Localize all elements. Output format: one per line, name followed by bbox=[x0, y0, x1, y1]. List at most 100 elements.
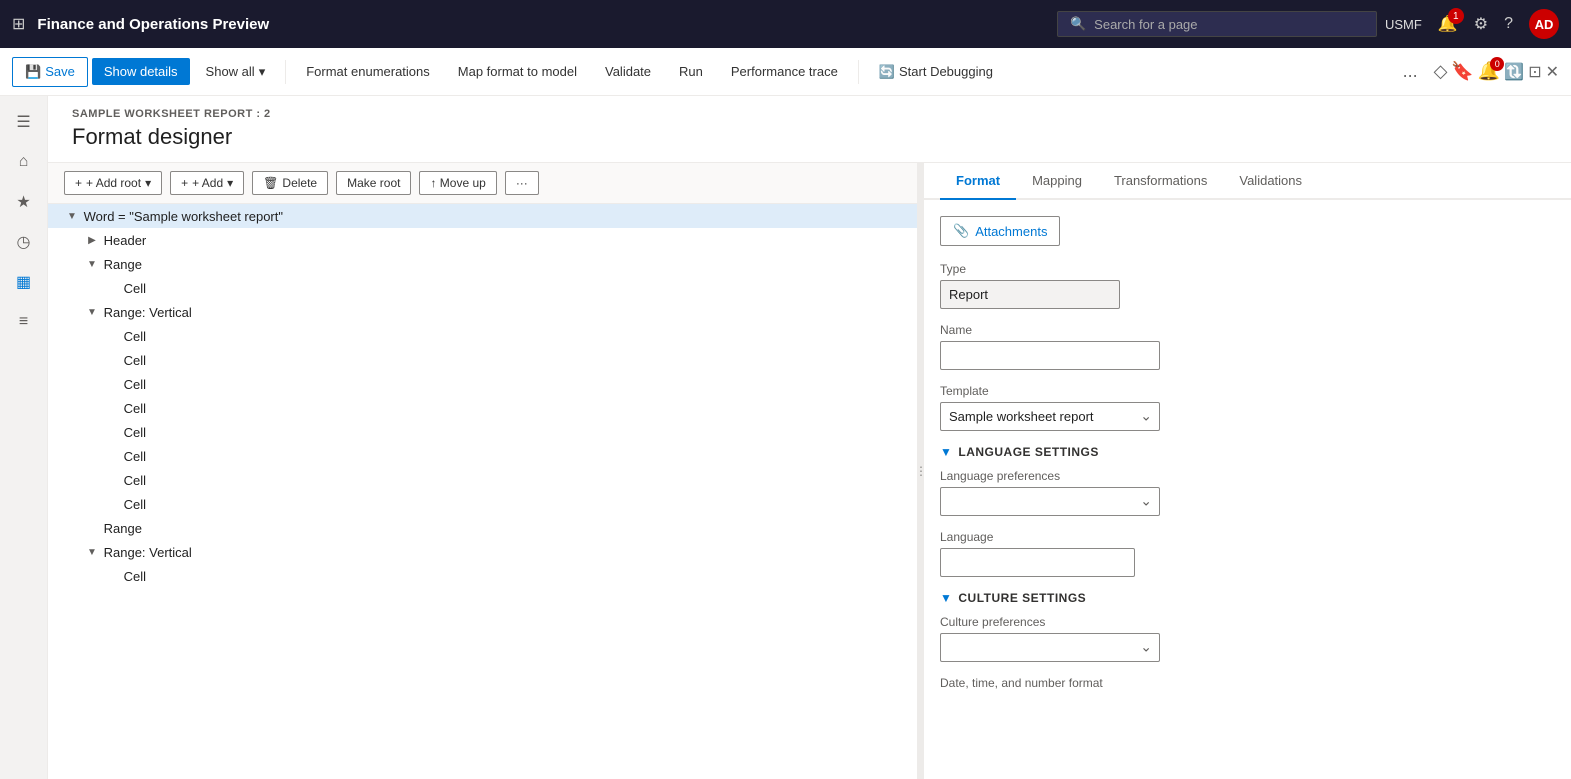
tree-item[interactable]: Cell bbox=[48, 396, 917, 420]
delete-button[interactable]: 🗑 Delete bbox=[252, 171, 328, 195]
tree-expand-icon[interactable]: ▶ bbox=[84, 232, 100, 248]
close-icon[interactable]: ✕ bbox=[1546, 62, 1559, 82]
tree-item-label: Cell bbox=[120, 401, 909, 416]
type-field-group: Type bbox=[940, 262, 1555, 309]
tree-item[interactable]: Cell bbox=[48, 444, 917, 468]
content-area: SAMPLE WORKSHEET REPORT : 2 Format desig… bbox=[48, 96, 1571, 779]
tree-expand-icon[interactable] bbox=[104, 448, 120, 464]
search-icon: 🔍 bbox=[1070, 16, 1086, 32]
tree-expand-icon[interactable] bbox=[104, 352, 120, 368]
tree-expand-icon[interactable]: ▼ bbox=[84, 544, 100, 560]
tree-item[interactable]: ▼ Range bbox=[48, 252, 917, 276]
culture-settings-header[interactable]: ▼ CULTURE SETTINGS bbox=[940, 591, 1555, 605]
notification-icon[interactable]: 🔔 1 bbox=[1438, 14, 1458, 34]
language-settings-toggle-icon: ▼ bbox=[940, 445, 952, 459]
tree-expand-icon[interactable] bbox=[104, 400, 120, 416]
bookmark-icon[interactable]: 🔖 bbox=[1451, 61, 1473, 82]
tree-item[interactable]: ▼ Range: Vertical bbox=[48, 540, 917, 564]
tree-expand-icon[interactable] bbox=[84, 520, 100, 536]
search-bar[interactable]: 🔍 Search for a page bbox=[1057, 11, 1377, 37]
help-icon[interactable]: ? bbox=[1504, 15, 1513, 33]
tree-item-label: Cell bbox=[120, 329, 909, 344]
grid-icon[interactable]: ⊞ bbox=[12, 14, 25, 34]
search-placeholder: Search for a page bbox=[1094, 17, 1197, 32]
tab-validations[interactable]: Validations bbox=[1223, 163, 1318, 200]
main-toolbar: 💾 Save Show details Show all ▾ Format en… bbox=[0, 48, 1571, 96]
tree-item[interactable]: Cell bbox=[48, 492, 917, 516]
tree-item-label: Cell bbox=[120, 353, 909, 368]
format-enumerations-button[interactable]: Format enumerations bbox=[294, 58, 442, 85]
sidebar-item-home[interactable]: ⌂ bbox=[6, 144, 42, 180]
more-options-button[interactable]: ... bbox=[1391, 55, 1430, 88]
tree-item-label: Range: Vertical bbox=[100, 545, 909, 560]
show-all-button[interactable]: Show all ▾ bbox=[194, 58, 278, 86]
badge-icon[interactable]: 🔔 0 bbox=[1478, 61, 1500, 82]
tree-expand-icon[interactable] bbox=[104, 424, 120, 440]
language-prefs-select[interactable] bbox=[940, 487, 1160, 516]
sidebar-item-recent[interactable]: ◷ bbox=[6, 224, 42, 260]
performance-trace-button[interactable]: Performance trace bbox=[719, 58, 850, 85]
add-root-button[interactable]: + + Add root ▾ bbox=[64, 171, 162, 195]
sidebar-item-modules[interactable]: ≡ bbox=[6, 304, 42, 340]
show-details-button[interactable]: Show details bbox=[92, 58, 190, 85]
language-prefs-field-group: Language preferences bbox=[940, 469, 1555, 516]
tree-item-label: Cell bbox=[120, 449, 909, 464]
sidebar-item-favorites[interactable]: ★ bbox=[6, 184, 42, 220]
save-button[interactable]: 💾 Save bbox=[12, 57, 88, 87]
tree-item[interactable]: Cell bbox=[48, 324, 917, 348]
tree-expand-icon[interactable] bbox=[104, 280, 120, 296]
start-debugging-button[interactable]: 🔄 Start Debugging bbox=[867, 58, 1005, 86]
sidebar-item-workspaces[interactable]: ▦ bbox=[6, 264, 42, 300]
culture-prefs-field-group: Culture preferences bbox=[940, 615, 1555, 662]
settings-icon[interactable]: ⚙ bbox=[1474, 14, 1488, 34]
tree-item[interactable]: ▶ Header bbox=[48, 228, 917, 252]
tree-expand-icon[interactable] bbox=[104, 568, 120, 584]
toolbar-divider-2 bbox=[858, 60, 859, 84]
tree-expand-icon[interactable]: ▼ bbox=[64, 208, 80, 224]
move-up-button[interactable]: ↑ Move up bbox=[419, 171, 496, 195]
run-button[interactable]: Run bbox=[667, 58, 715, 85]
tab-transformations[interactable]: Transformations bbox=[1098, 163, 1223, 200]
tab-mapping[interactable]: Mapping bbox=[1016, 163, 1098, 200]
sidebar-item-menu[interactable]: ☰ bbox=[6, 104, 42, 140]
tree-item-label: Cell bbox=[120, 497, 909, 512]
tree-expand-icon[interactable] bbox=[104, 376, 120, 392]
diamond-icon[interactable]: ◇ bbox=[1434, 61, 1448, 82]
template-select[interactable]: Sample worksheet report bbox=[940, 402, 1160, 431]
language-input[interactable] bbox=[940, 548, 1135, 577]
tree-item[interactable]: ▼ Word = "Sample worksheet report" bbox=[48, 204, 917, 228]
user-avatar[interactable]: AD bbox=[1529, 9, 1559, 39]
validate-button[interactable]: Validate bbox=[593, 58, 663, 85]
culture-prefs-select[interactable] bbox=[940, 633, 1160, 662]
open-icon[interactable]: ⊡ bbox=[1528, 62, 1541, 82]
attachments-button[interactable]: 📎 Attachments bbox=[940, 216, 1060, 246]
tree-expand-icon[interactable]: ▼ bbox=[84, 304, 100, 320]
add-button[interactable]: + + Add ▾ bbox=[170, 171, 244, 195]
tree-item[interactable]: Cell bbox=[48, 468, 917, 492]
template-field-group: Template Sample worksheet report bbox=[940, 384, 1555, 431]
refresh-icon[interactable]: 🔃 bbox=[1504, 62, 1524, 82]
nav-right: USMF 🔔 1 ⚙ ? AD bbox=[1385, 9, 1559, 39]
tree-expand-icon[interactable] bbox=[104, 496, 120, 512]
resize-handle[interactable] bbox=[918, 163, 924, 779]
page-title: Format designer bbox=[72, 124, 1547, 162]
tree-item[interactable]: Cell bbox=[48, 348, 917, 372]
map-format-button[interactable]: Map format to model bbox=[446, 58, 589, 85]
name-field-group: Name bbox=[940, 323, 1555, 370]
name-input[interactable] bbox=[940, 341, 1160, 370]
attachment-icon: 📎 bbox=[953, 223, 969, 239]
language-settings-header[interactable]: ▼ LANGUAGE SETTINGS bbox=[940, 445, 1555, 459]
tab-format[interactable]: Format bbox=[940, 163, 1016, 200]
tree-expand-icon[interactable] bbox=[104, 328, 120, 344]
tree-more-button[interactable]: ··· bbox=[505, 171, 539, 195]
tree-expand-icon[interactable] bbox=[104, 472, 120, 488]
tree-item[interactable]: Range bbox=[48, 516, 917, 540]
tree-item[interactable]: Cell bbox=[48, 372, 917, 396]
tree-item[interactable]: Cell bbox=[48, 564, 917, 588]
make-root-button[interactable]: Make root bbox=[336, 171, 411, 195]
tree-item[interactable]: Cell bbox=[48, 420, 917, 444]
type-input[interactable] bbox=[940, 280, 1120, 309]
tree-expand-icon[interactable]: ▼ bbox=[84, 256, 100, 272]
tree-item[interactable]: Cell bbox=[48, 276, 917, 300]
tree-item[interactable]: ▼ Range: Vertical bbox=[48, 300, 917, 324]
